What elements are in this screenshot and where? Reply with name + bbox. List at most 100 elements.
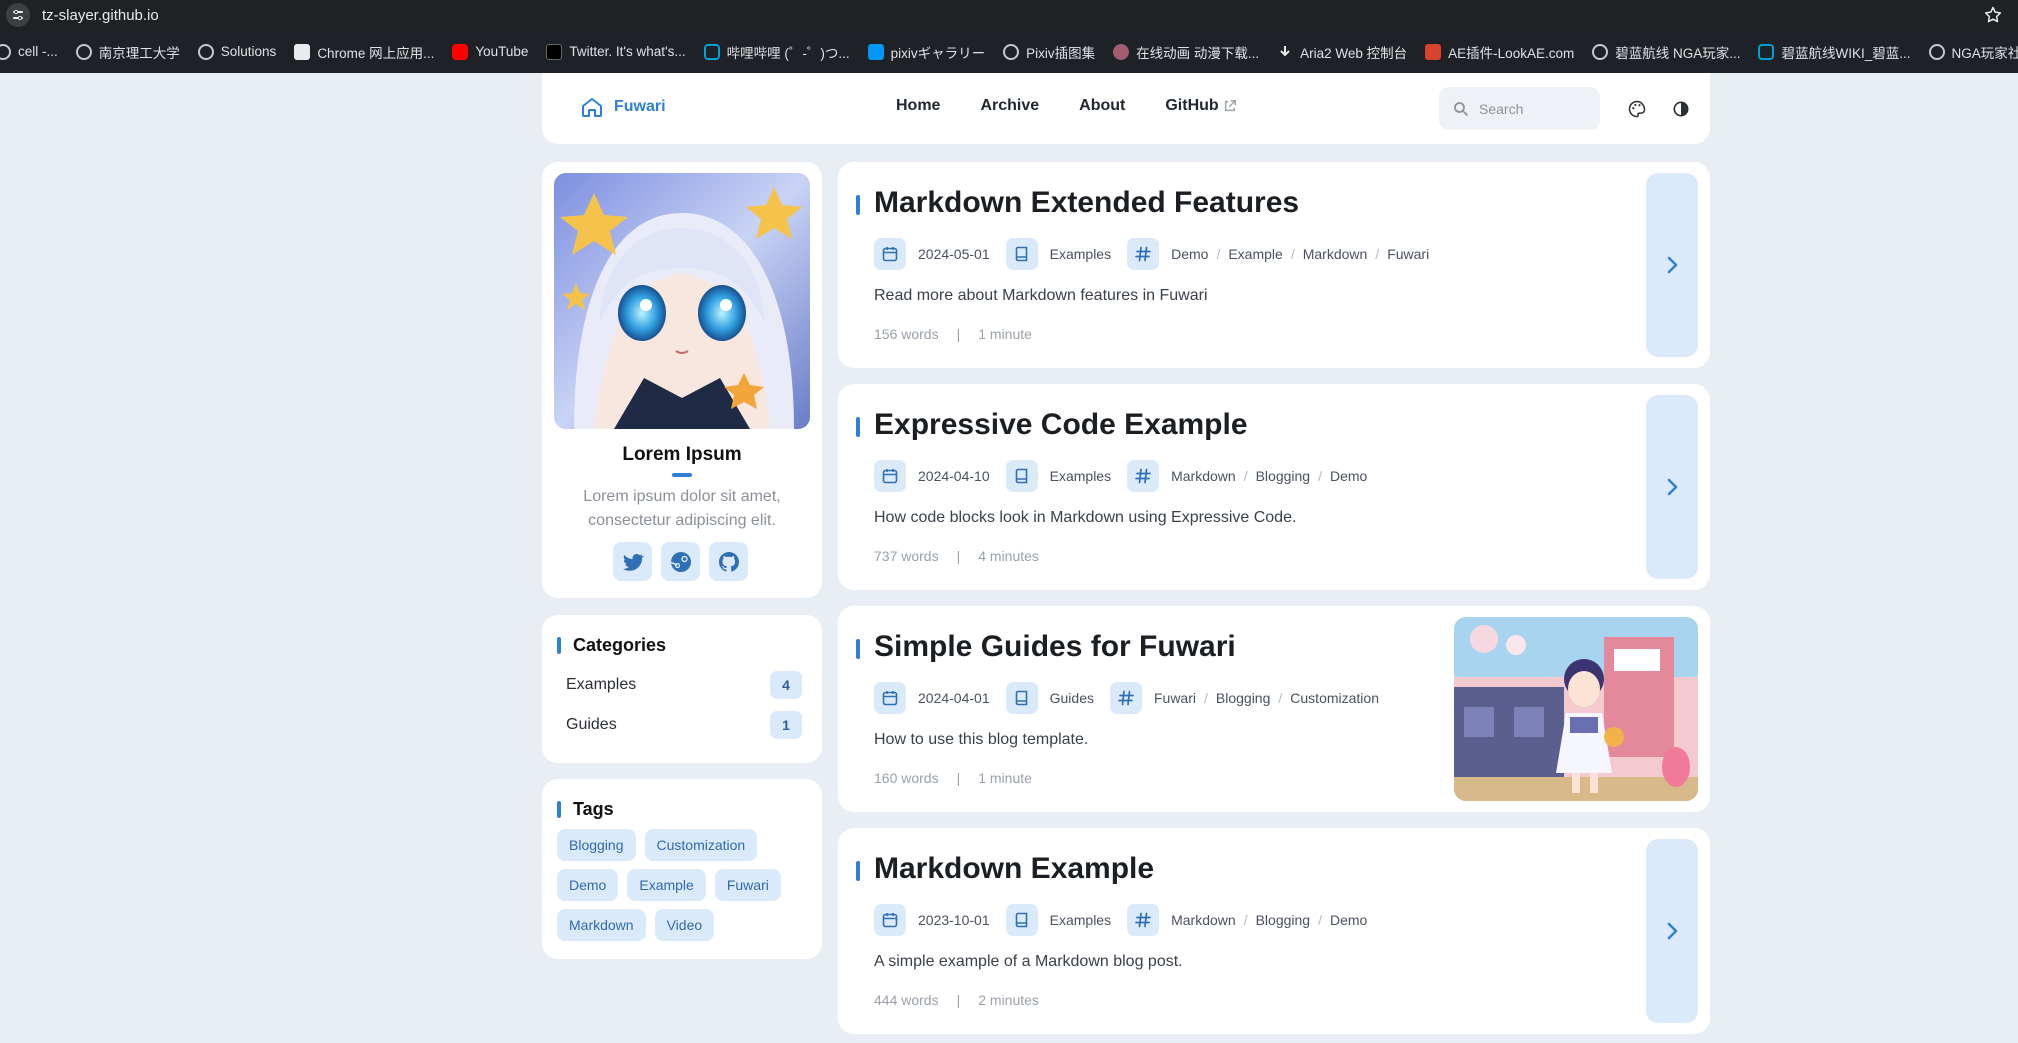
post-category-link[interactable]: Examples (1050, 468, 1111, 484)
bookmark-label: Aria2 Web 控制台 (1300, 45, 1408, 61)
globe-icon (197, 43, 214, 60)
bookmark-item[interactable]: 南京理工大学 (67, 38, 189, 66)
brand-link[interactable]: Fuwari (580, 95, 666, 119)
post-meta: 2024-04-10 Examples Markdown / Blogging / Demo (874, 460, 1383, 492)
bookmark-item[interactable]: cell -... (0, 38, 67, 66)
bookmark-item[interactable]: YouTube (443, 38, 537, 66)
tag-chip[interactable]: Video (654, 909, 715, 941)
bookmark-label: 碧蓝航线WIKI_碧蓝... (1781, 45, 1911, 61)
post-tag-link[interactable]: Markdown (1303, 246, 1368, 262)
post-tag-link[interactable]: Fuwari (1154, 690, 1196, 706)
chrome-store-icon (294, 43, 311, 60)
title-accent-bar (856, 195, 860, 215)
avatar[interactable] (554, 173, 810, 429)
post-tag-link[interactable]: Demo (1171, 246, 1208, 262)
book-icon (1005, 682, 1038, 714)
bookmark-item[interactable]: 碧蓝航线WIKI_碧蓝... (1749, 38, 1919, 66)
post-enter-button[interactable] (1646, 839, 1698, 1023)
post-card: Expressive Code Example 2024-04-10 Example… (838, 384, 1710, 590)
steam-link[interactable] (661, 542, 700, 581)
site-settings-icon[interactable] (6, 3, 30, 27)
calendar-icon (874, 238, 906, 270)
post-category-link[interactable]: Guides (1050, 690, 1094, 706)
tag-chip[interactable]: Blogging (557, 829, 636, 861)
post-tag-link[interactable]: Blogging (1256, 912, 1311, 928)
bookmark-item[interactable]: Solutions (189, 38, 286, 66)
post-tag-link[interactable]: Customization (1290, 690, 1379, 706)
post-title-text: Expressive Code Example (874, 408, 1248, 441)
post-date: 2023-10-01 (918, 912, 990, 928)
social-links (613, 542, 757, 581)
brand-name: Fuwari (614, 98, 666, 115)
post-cover-image[interactable] (1454, 617, 1698, 801)
category-label: Examples (566, 676, 637, 693)
post-title[interactable]: Markdown Extended Features (856, 186, 1299, 220)
search-box[interactable] (1439, 87, 1600, 130)
category-item-guides[interactable]: Guides 1 (566, 710, 802, 740)
bookmark-star-icon[interactable] (1982, 4, 2004, 26)
bookmark-item[interactable]: Aria2 Web 控制台 (1268, 38, 1416, 66)
post-tag-link[interactable]: Blogging (1256, 468, 1311, 484)
palette-icon[interactable] (1624, 96, 1650, 122)
bookmark-label: Solutions (220, 44, 277, 59)
tag-chip[interactable]: Fuwari (714, 869, 781, 901)
post-stats: 737 words | 4 minutes (874, 548, 1039, 564)
name-underline (672, 473, 692, 477)
nav-about[interactable]: About (1079, 97, 1125, 115)
tag-separator: / (1243, 468, 1248, 484)
twitter-link[interactable] (613, 542, 652, 581)
download-icon (1277, 44, 1293, 60)
x-icon (546, 43, 563, 60)
github-link[interactable] (709, 542, 748, 581)
post-enter-button[interactable] (1646, 395, 1698, 579)
tag-chip[interactable]: Customization (644, 829, 758, 861)
globe-icon (1592, 43, 1609, 60)
post-tag-link[interactable]: Blogging (1216, 690, 1271, 706)
post-tag-link[interactable]: Demo (1330, 468, 1367, 484)
post-enter-button[interactable] (1646, 173, 1698, 357)
search-icon (1454, 101, 1468, 116)
hash-icon (1127, 904, 1160, 936)
post-title[interactable]: Markdown Example (856, 852, 1154, 886)
bookmark-item[interactable]: pixivギャラリー (859, 38, 995, 66)
bookmark-item[interactable]: Chrome 网上应用... (285, 38, 443, 66)
post-tag-link[interactable]: Markdown (1171, 912, 1236, 928)
category-item-examples[interactable]: Examples 4 (566, 670, 802, 700)
post-date: 2024-05-01 (918, 246, 990, 262)
hash-icon (1109, 682, 1142, 714)
post-date: 2024-04-01 (918, 690, 990, 706)
bookmark-item[interactable]: 在线动画 动漫下载... (1104, 38, 1268, 66)
nav-archive[interactable]: Archive (980, 97, 1039, 115)
nav-home[interactable]: Home (896, 97, 940, 115)
url-text[interactable]: tz-slayer.github.io (42, 7, 159, 24)
tag-chip[interactable]: Markdown (557, 909, 646, 941)
nav-github[interactable]: GitHub (1165, 97, 1236, 115)
post-tags: Markdown / Blogging / Demo (1171, 468, 1367, 484)
tag-chip[interactable]: Example (627, 869, 706, 901)
post-tag-link[interactable]: Markdown (1171, 468, 1236, 484)
bookmark-item[interactable]: 碧蓝航线 NGA玩家... (1583, 38, 1749, 66)
github-icon (718, 551, 739, 572)
post-title[interactable]: Expressive Code Example (856, 408, 1248, 442)
post-tag-link[interactable]: Demo (1330, 912, 1367, 928)
post-category-link[interactable]: Examples (1050, 246, 1111, 262)
post-card: Markdown Example 2023-10-01 Examples Markdo… (838, 828, 1710, 1034)
title-accent-bar (856, 861, 860, 881)
youtube-icon (452, 43, 469, 60)
search-input[interactable] (1479, 100, 1589, 117)
bookmark-item[interactable]: AE插件-LookAE.com (1416, 38, 1583, 66)
bookmark-label: YouTube (475, 44, 529, 59)
bookmark-item[interactable]: 哔哩哔哩 (゜-゜)つ... (695, 38, 859, 66)
external-link-icon (1224, 100, 1236, 112)
bookmark-item[interactable]: NGA玩家社区 (1920, 38, 2018, 66)
theme-toggle-icon[interactable] (1668, 96, 1694, 122)
bookmarks-bar: cell -... 南京理工大学 Solutions Chrome 网上应用... Yo… (0, 30, 2018, 73)
tag-chip[interactable]: Demo (557, 869, 619, 901)
post-title[interactable]: Simple Guides for Fuwari (856, 630, 1236, 664)
post-meta: 2024-04-01 Guides Fuwari / Blogging / Customiz… (874, 682, 1395, 714)
post-tag-link[interactable]: Example (1228, 246, 1282, 262)
post-tag-link[interactable]: Fuwari (1387, 246, 1429, 262)
bookmark-item[interactable]: Pixiv插图集 (994, 38, 1104, 66)
bookmark-item[interactable]: Twitter. It's what's... (537, 38, 694, 66)
post-category-link[interactable]: Examples (1050, 912, 1111, 928)
